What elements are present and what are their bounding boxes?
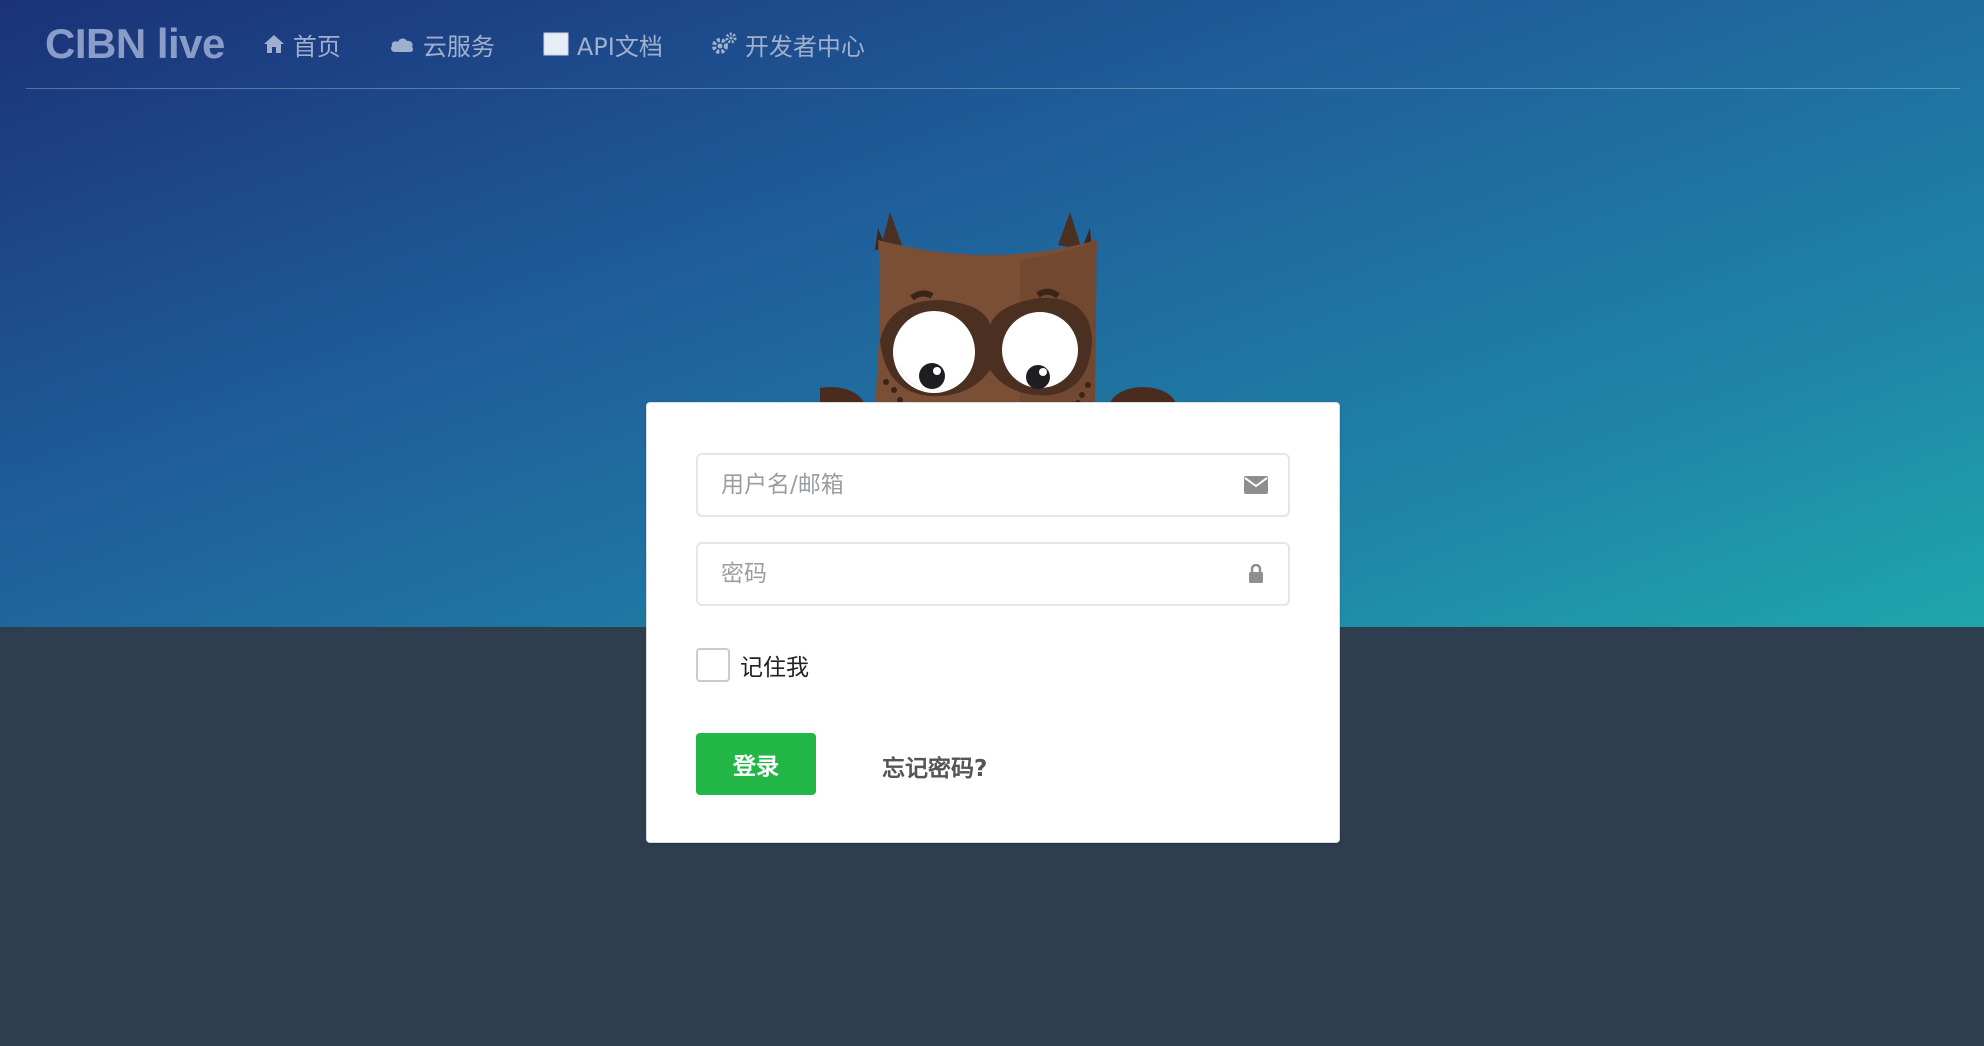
forgot-password-link[interactable]: 忘记密码? <box>882 749 987 783</box>
brand-logo[interactable]: CIBN live <box>45 20 225 68</box>
remember-me[interactable]: 记住我 <box>696 648 809 682</box>
cloud-icon <box>389 35 415 53</box>
nav-item-cloud[interactable]: 云服务 <box>389 27 495 62</box>
gears-icon <box>711 32 737 56</box>
login-button[interactable]: 登录 <box>696 733 816 795</box>
nav-item-home[interactable]: 首页 <box>263 27 341 62</box>
owl-mascot <box>820 212 1177 429</box>
nav-item-label: 开发者中心 <box>744 32 865 61</box>
home-icon <box>263 34 285 54</box>
envelope-icon <box>1236 476 1276 494</box>
nav-item-api-docs[interactable]: API文档 <box>543 27 663 62</box>
password-input[interactable] <box>698 544 1236 604</box>
nav-item-label: API文档 <box>576 32 663 61</box>
nav-item-label: 首页 <box>292 32 341 61</box>
remember-me-label: 记住我 <box>740 655 809 681</box>
nav-item-developer-center[interactable]: 开发者中心 <box>711 27 865 62</box>
nav-item-label: 云服务 <box>422 32 495 61</box>
remember-me-checkbox[interactable] <box>696 648 730 682</box>
username-input[interactable] <box>698 455 1236 515</box>
login-card: 记住我 登录 忘记密码? <box>646 402 1340 843</box>
lock-icon <box>1236 564 1276 584</box>
navbar: CIBN live 首页 云服务 API文档 开发者中心 <box>26 0 1960 89</box>
username-field <box>696 453 1290 517</box>
password-field <box>696 542 1290 606</box>
document-icon <box>543 32 569 56</box>
